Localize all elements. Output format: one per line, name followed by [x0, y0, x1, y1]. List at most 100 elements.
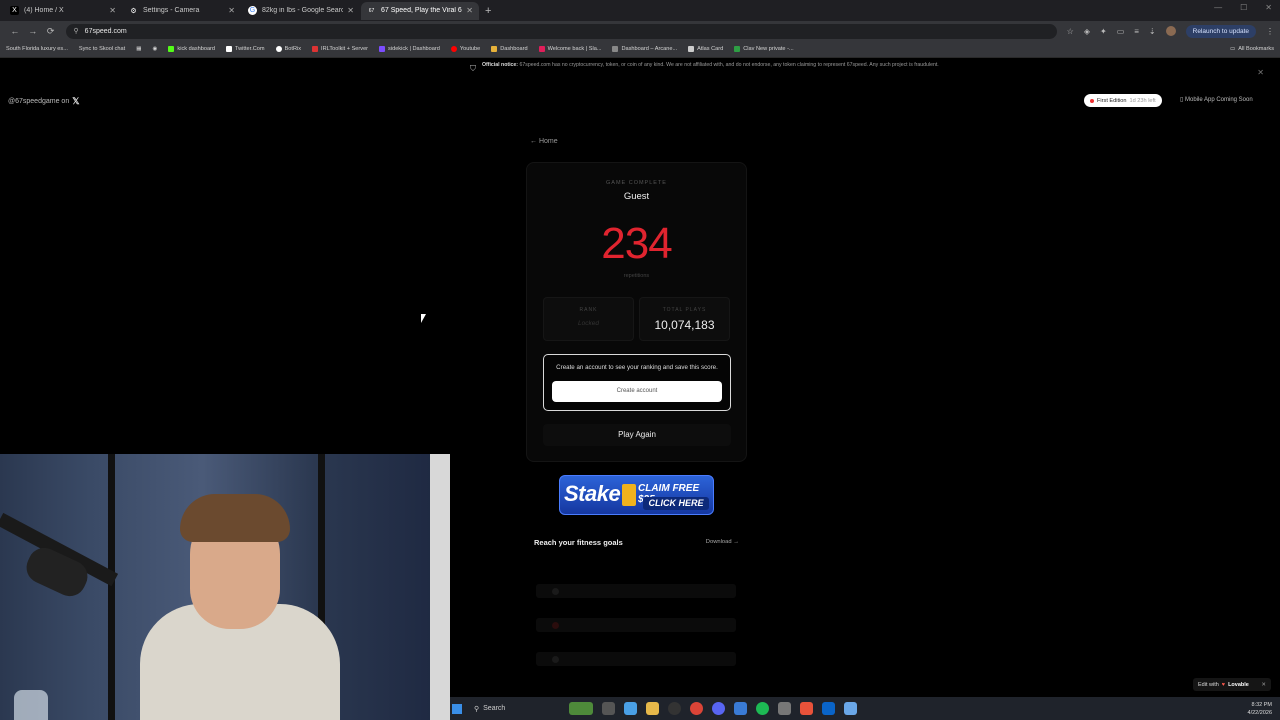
download-link[interactable]: Download →: [706, 539, 739, 545]
total-plays-label: TOTAL PLAYS: [662, 307, 707, 313]
bookmark-item[interactable]: sidekick | Dashboard: [379, 46, 440, 52]
notepad-icon[interactable]: [844, 702, 857, 715]
app-icon[interactable]: [734, 702, 747, 715]
account-message: Create an account to see your ranking an…: [556, 364, 718, 371]
reload-icon[interactable]: ⟳: [42, 26, 60, 37]
puzzle-icon[interactable]: ✦: [1100, 27, 1107, 36]
rank-stat: RANK Locked: [543, 297, 634, 341]
close-window-icon[interactable]: ✕: [1265, 3, 1272, 12]
clav-icon: [734, 46, 741, 52]
game-result-card: GAME COMPLETE Guest 234 repetitions RANK…: [526, 162, 747, 462]
list-item: [536, 652, 736, 666]
stake-ad-banner[interactable]: Stake CLAIM FREE $35 CLICK HERE: [559, 475, 714, 515]
bookmark-item[interactable]: Dashboard: [491, 46, 528, 52]
chrome-icon[interactable]: [690, 702, 703, 715]
bookmark-item[interactable]: Twitter.Com: [226, 46, 265, 52]
system-clock[interactable]: 8:32 PM 4/22/2026: [1248, 701, 1272, 717]
home-link[interactable]: ← Home: [530, 138, 558, 145]
bookmark-item[interactable]: Atlas Card: [688, 46, 723, 52]
task-view-icon[interactable]: [602, 702, 615, 715]
person-hair: [180, 494, 290, 542]
folder-icon: ▭: [1229, 46, 1236, 52]
taskbar-apps: [569, 702, 857, 715]
windows-taskbar: ⚲ Search 8:32 PM 4/22/2026: [450, 697, 1280, 720]
tab-label: 82kg in lbs - Google Search: [262, 7, 344, 14]
relaunch-button[interactable]: Relaunch to update: [1185, 24, 1257, 38]
url-field[interactable]: ⚲ 67speed.com: [65, 23, 1057, 39]
menu-icon[interactable]: ⋮: [1266, 27, 1274, 36]
bookmark-item[interactable]: Dashboard – Arcane...: [612, 46, 677, 52]
apps-grid-icon[interactable]: ▦: [136, 46, 141, 52]
atlas-icon: [688, 46, 695, 52]
arcane-icon: [612, 46, 619, 52]
download-icon[interactable]: ⇣: [1149, 27, 1156, 36]
close-icon[interactable]: ✕: [228, 6, 235, 15]
spotify-icon[interactable]: [756, 702, 769, 715]
sidepanel-icon[interactable]: ▭: [1117, 27, 1125, 36]
toolbar-icons: ☆ ◈ ✦ ▭ ≡ ⇣ Relaunch to update ⋮: [1067, 24, 1274, 38]
site-info-icon[interactable]: ⚲: [74, 27, 79, 35]
discord-icon[interactable]: [712, 702, 725, 715]
bookmarks-bar: South Florida luxury es... Sync to Skool…: [0, 41, 1280, 58]
create-account-button[interactable]: Create account: [552, 381, 722, 402]
tab-67speed[interactable]: 67 67 Speed, Play the Viral 67 Game ✕: [361, 1, 479, 20]
close-icon[interactable]: ✕: [1261, 682, 1266, 688]
edit-with-lovable-badge[interactable]: Edit with ♥ Lovable ✕: [1193, 678, 1271, 691]
bookmark-item[interactable]: BotRix: [275, 46, 301, 52]
back-icon[interactable]: ←: [6, 26, 24, 36]
bookmark-item[interactable]: Youtube: [450, 46, 480, 52]
create-account-box: Create an account to see your ranking an…: [543, 354, 731, 411]
all-bookmarks[interactable]: ▭ All Bookmarks: [1230, 46, 1274, 52]
official-notice: ⛉ Official notice: 67speed.com has no cr…: [0, 62, 1280, 84]
close-icon[interactable]: ✕: [109, 6, 116, 15]
close-icon[interactable]: ✕: [347, 6, 354, 15]
bookmark-item[interactable]: IRLToolkit + Server: [312, 46, 368, 52]
obs-icon[interactable]: [668, 702, 681, 715]
star-icon[interactable]: ☆: [1067, 27, 1074, 36]
list-item: [536, 584, 736, 598]
bookmark-item[interactable]: Welcome back | Sla...: [538, 46, 601, 52]
x-icon: X: [10, 6, 19, 15]
close-icon[interactable]: ✕: [1257, 68, 1264, 77]
maximize-icon[interactable]: ☐: [1240, 3, 1247, 12]
edition-badge[interactable]: First Edition 1d 23h left: [1084, 94, 1162, 107]
chrome-icon[interactable]: ◉: [153, 46, 158, 52]
tab-settings-camera[interactable]: ⚙ Settings - Camera ✕: [123, 2, 241, 20]
app-icon[interactable]: [624, 702, 637, 715]
play-again-button[interactable]: Play Again: [543, 424, 731, 446]
twitter-handle-link[interactable]: @67speedgame on 𝕏: [8, 96, 79, 107]
outlook-icon[interactable]: [822, 702, 835, 715]
ad-cta: CLICK HERE: [643, 497, 709, 510]
extension-icon[interactable]: ◈: [1084, 27, 1090, 36]
widget-icon[interactable]: [569, 702, 593, 715]
bookmark-item[interactable]: Sync to Skool chat: [79, 46, 125, 52]
minimize-icon[interactable]: —: [1214, 3, 1222, 12]
gear-icon: ⚙: [130, 7, 137, 15]
tab-home-x[interactable]: X (4) Home / X ✕: [4, 2, 122, 20]
close-icon[interactable]: ✕: [466, 6, 473, 15]
forward-icon[interactable]: →: [24, 26, 42, 36]
new-tab-icon[interactable]: +: [485, 5, 491, 17]
kick-icon: [168, 46, 175, 52]
tab-google-search[interactable]: G 82kg in lbs - Google Search ✕: [242, 2, 360, 20]
slack-icon: [538, 46, 545, 52]
webcam-overlay: [0, 454, 450, 720]
settings-icon[interactable]: [778, 702, 791, 715]
app-icon[interactable]: [800, 702, 813, 715]
media-icon[interactable]: ≡: [1134, 27, 1139, 36]
taskbar-search[interactable]: ⚲ Search: [474, 705, 554, 713]
tab-label: (4) Home / X: [24, 7, 64, 14]
mobile-app-badge: ▯ Mobile App Coming Soon: [1180, 97, 1253, 103]
fitness-title: Reach your fitness goals: [534, 537, 623, 547]
profile-avatar[interactable]: [1165, 26, 1176, 36]
site-favicon-icon: 67: [368, 7, 375, 14]
bookmark-item[interactable]: Clav New private -...: [734, 46, 794, 52]
folder-icon[interactable]: [646, 702, 659, 715]
bookmark-item[interactable]: South Florida luxury es...: [6, 46, 68, 52]
sidekick-icon: [379, 46, 386, 52]
youtube-icon: [450, 46, 457, 52]
total-plays-stat: TOTAL PLAYS 10,074,183: [639, 297, 730, 341]
windows-start-icon[interactable]: [452, 703, 462, 714]
bookmark-item[interactable]: kick dashboard: [168, 46, 215, 52]
game-complete-label: GAME COMPLETE: [606, 180, 667, 186]
